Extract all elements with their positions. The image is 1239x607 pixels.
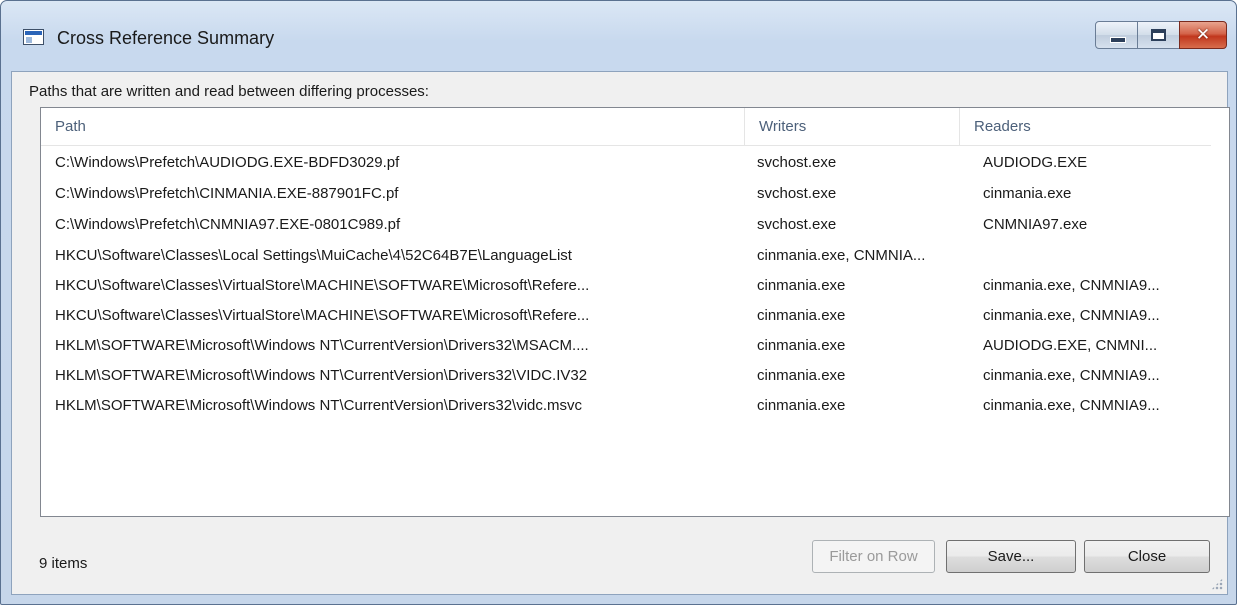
writers-cell: svchost.exe [757,185,837,202]
save-button[interactable]: Save... [946,540,1076,573]
app-window-icon [23,29,44,45]
table-row[interactable]: C:\Windows\Prefetch\AUDIODG.EXE-BDFD3029… [41,151,1211,174]
writers-cell: cinmania.exe [757,277,846,294]
writers-cell: cinmania.exe [757,307,846,324]
minimize-button[interactable] [1095,21,1138,49]
maximize-button[interactable] [1137,21,1180,49]
list-header: Path Writers Readers [41,108,1211,146]
readers-cell: cinmania.exe, CNMNIA9... [983,367,1160,384]
writers-cell: cinmania.exe [757,367,846,384]
path-cell: HKCU\Software\Classes\Local Settings\Mui… [55,247,572,264]
table-row[interactable]: HKLM\SOFTWARE\Microsoft\Windows NT\Curre… [41,364,1211,387]
readers-cell: CNMNIA97.exe [983,216,1088,233]
writers-cell: cinmania.exe [757,397,846,414]
close-button[interactable]: Close [1084,540,1210,573]
path-cell: C:\Windows\Prefetch\CNMNIA97.EXE-0801C98… [55,216,401,233]
window-title: Cross Reference Summary [57,28,275,48]
path-cell: HKLM\SOFTWARE\Microsoft\Windows NT\Curre… [55,397,583,414]
table-row[interactable]: HKLM\SOFTWARE\Microsoft\Windows NT\Curre… [41,394,1211,417]
caption-buttons: ✕ [1095,21,1227,49]
readers-cell: AUDIODG.EXE [983,154,1088,171]
path-cell: HKLM\SOFTWARE\Microsoft\Windows NT\Curre… [55,337,589,354]
readers-cell: AUDIODG.EXE, CNMNI... [983,337,1158,354]
writers-cell: svchost.exe [757,154,837,171]
description-label: Paths that are written and read between … [29,83,429,100]
table-row[interactable]: C:\Windows\Prefetch\CNMNIA97.EXE-0801C98… [41,213,1211,236]
table-row[interactable]: HKCU\Software\Classes\Local Settings\Mui… [41,244,1211,267]
title-bar[interactable]: Cross Reference Summary ✕ [1,1,1236,71]
table-row[interactable]: HKLM\SOFTWARE\Microsoft\Windows NT\Curre… [41,334,1211,357]
path-cell: HKCU\Software\Classes\VirtualStore\MACHI… [55,307,590,324]
cross-reference-window: Cross Reference Summary ✕ Paths that are… [0,0,1237,605]
path-cell: C:\Windows\Prefetch\AUDIODG.EXE-BDFD3029… [55,154,400,171]
item-count-label: 9 items [39,555,88,572]
path-cell: HKLM\SOFTWARE\Microsoft\Windows NT\Curre… [55,367,588,384]
filter-on-row-button[interactable]: Filter on Row [812,540,935,573]
readers-cell [983,244,1205,267]
minimize-icon [1110,37,1126,43]
table-row[interactable]: C:\Windows\Prefetch\CINMANIA.EXE-887901F… [41,182,1211,205]
cross-reference-list[interactable]: Path Writers Readers C:\Windows\Prefetch… [40,107,1230,517]
path-cell: HKCU\Software\Classes\VirtualStore\MACHI… [55,277,590,294]
readers-cell: cinmania.exe, CNMNIA9... [983,397,1160,414]
column-header-writers[interactable]: Writers [744,108,959,145]
path-cell: C:\Windows\Prefetch\CINMANIA.EXE-887901F… [55,185,399,202]
readers-cell: cinmania.exe, CNMNIA9... [983,277,1160,294]
table-row[interactable]: HKCU\Software\Classes\VirtualStore\MACHI… [41,304,1211,327]
writers-cell: svchost.exe [757,216,837,233]
table-row[interactable]: HKCU\Software\Classes\VirtualStore\MACHI… [41,274,1211,297]
maximize-icon [1151,29,1166,41]
close-window-button[interactable]: ✕ [1179,21,1227,49]
readers-cell: cinmania.exe [983,185,1072,202]
column-header-path[interactable]: Path [41,108,744,145]
column-header-readers[interactable]: Readers [959,108,1211,145]
writers-cell: cinmania.exe [757,337,846,354]
writers-cell: cinmania.exe, CNMNIA... [757,247,926,264]
close-icon: ✕ [1195,25,1211,45]
readers-cell: cinmania.exe, CNMNIA9... [983,307,1160,324]
